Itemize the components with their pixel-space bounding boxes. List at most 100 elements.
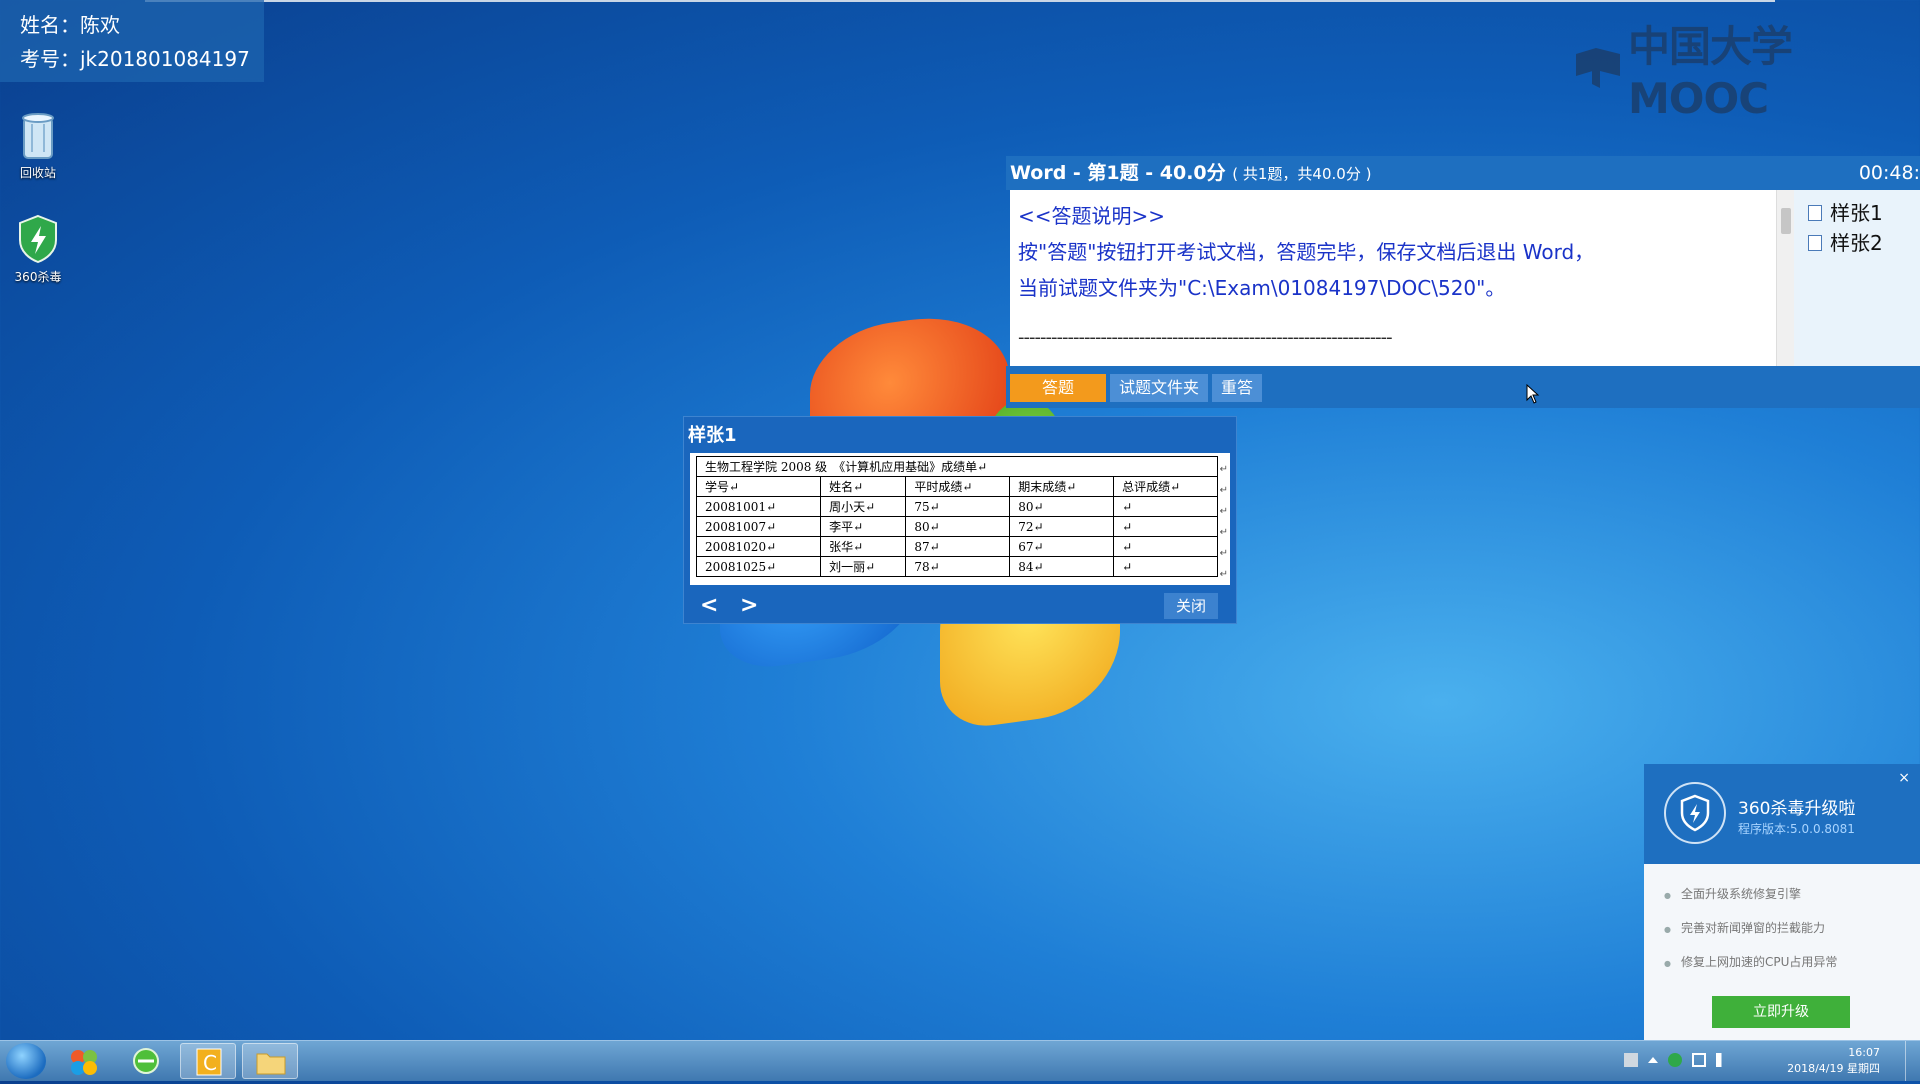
chevron-up-icon[interactable] <box>1648 1057 1658 1063</box>
taskbar-item-file-explorer[interactable] <box>242 1043 298 1079</box>
popup-title: 360杀毒升级啦 <box>1738 799 1856 819</box>
exam-question-panel: Word - 第1题 - 40.0分 ( 共1题，共40.0分 ) 00:48:… <box>1006 156 1920 408</box>
system-tray-icons <box>1624 1053 1730 1067</box>
table-header-cell: 学号↵ <box>695 476 822 497</box>
paragraph-marks: ↵ ↵ ↵ ↵ ↵ ↵ <box>1219 464 1228 580</box>
desktop-icon-label: 360杀毒 <box>14 270 62 284</box>
list-item: 完善对新闻弹窗的拦截能力 <box>1664 912 1837 946</box>
table-header-cell: 总评成绩↵ <box>1113 476 1218 497</box>
document-icon <box>1808 205 1822 221</box>
table-cell: 84↵ <box>1009 556 1115 577</box>
table-cell: 67↵ <box>1009 536 1115 557</box>
table-cell: ↵ <box>1113 556 1218 577</box>
question-folder-button[interactable]: 试题文件夹 <box>1110 374 1208 402</box>
popup-header: 360杀毒升级啦 程序版本:5.0.0.8081 × <box>1644 764 1920 864</box>
exam-button-bar: 答题 试题文件夹 重答 <box>1006 366 1920 408</box>
start-button[interactable] <box>6 1043 46 1079</box>
system-clock[interactable]: 16:07 2018/4/19 星期四 <box>1787 1045 1880 1077</box>
table-cell: 87↵ <box>905 536 1011 557</box>
table-row: 20081007↵ 李平↵ 80↵ 72↵ ↵ <box>695 516 1218 537</box>
table-title-row: 生物工程学院 2008 级 《计算机应用基础》成绩单↵ <box>696 456 1218 477</box>
shield-icon <box>1664 782 1726 844</box>
close-sample-button[interactable]: 关闭 <box>1164 593 1218 619</box>
table-row: 20081025↵ 刘一丽↵ 78↵ 84↵ ↵ <box>695 556 1218 577</box>
instructions-text-area[interactable]: <<答题说明>> 按"答题"按钮打开考试文档，答题完毕，保存文档后退出 Word… <box>1010 190 1776 366</box>
grades-table: 生物工程学院 2008 级 《计算机应用基础》成绩单↵ 学号↵ 姓名↵ 平时成绩… <box>695 456 1218 577</box>
mooc-logo-text: 中国大学MOOC <box>1628 22 1793 123</box>
360-tray-icon[interactable] <box>1668 1053 1682 1067</box>
examinee-id: 考号：jk201801084197 <box>20 47 250 71</box>
feature-list: 全面升级系统修复引擎 完善对新闻弹窗的拦截能力 修复上网加速的CPU占用异常 <box>1664 878 1837 980</box>
scrollbar-thumb[interactable] <box>1781 208 1791 234</box>
table-row: 20081020↵ 张华↵ 87↵ 67↵ ↵ <box>695 536 1218 557</box>
desktop-icon-label: 回收站 <box>19 166 56 180</box>
taskbar-item-exam-client[interactable]: C <box>180 1043 236 1079</box>
browser-icon <box>133 1048 159 1074</box>
next-sample-button[interactable]: > <box>740 593 758 618</box>
table-cell: 80↵ <box>1009 496 1115 517</box>
sample-item-2[interactable]: 样张2 <box>1808 228 1920 258</box>
table-header-cell: 平时成绩↵ <box>905 476 1011 497</box>
sample-item-1[interactable]: 样张1 <box>1808 198 1920 228</box>
table-cell: 75↵ <box>905 496 1011 517</box>
mooc-logo: 中国大学MOOC <box>1574 22 1864 123</box>
top-progress-strip <box>145 0 1775 2</box>
shield-icon <box>16 214 60 264</box>
sample-window-title: 样张1 <box>688 425 737 446</box>
answer-button[interactable]: 答题 <box>1010 374 1106 402</box>
keyboard-icon[interactable] <box>1624 1053 1638 1067</box>
table-header-cell: 期末成绩↵ <box>1009 476 1115 497</box>
sample-list: 样张1 样张2 <box>1794 190 1920 366</box>
taskbar-item-app-1[interactable] <box>56 1043 112 1079</box>
instructions-scrollbar[interactable] <box>1776 190 1795 366</box>
table-cell: ↵ <box>1113 536 1218 557</box>
instructions-divider: ----------------------------------------… <box>1018 327 1393 348</box>
table-cell: ↵ <box>1113 496 1218 517</box>
previous-sample-button[interactable]: < <box>700 593 718 618</box>
table-header-row: 学号↵ 姓名↵ 平时成绩↵ 期末成绩↵ 总评成绩↵ <box>695 476 1218 497</box>
colorful-app-icon <box>71 1050 97 1075</box>
exam-timer: 00:48: <box>1858 162 1920 184</box>
clock-time: 16:07 <box>1848 1046 1880 1059</box>
instructions-line-1: 按"答题"按钮打开考试文档，答题完毕，保存文档后退出 Word， <box>1018 240 1595 264</box>
exam-question-title: Word - 第1题 - 40.0分 <box>1010 162 1226 184</box>
sample-item-label: 样张2 <box>1830 231 1883 255</box>
table-row: 20081001↵ 周小天↵ 75↵ 80↵ ↵ <box>695 496 1218 517</box>
recycle-bin-icon <box>16 110 60 160</box>
antivirus-upgrade-popup: 360杀毒升级啦 程序版本:5.0.0.8081 × 全面升级系统修复引擎 完善… <box>1644 764 1920 1040</box>
taskbar: C 16:07 2018/4/19 星期四 <box>0 1040 1920 1081</box>
instructions-heading: <<答题说明>> <box>1018 204 1166 228</box>
sample-item-label: 样张1 <box>1830 201 1883 225</box>
svg-text:C: C <box>203 1051 217 1075</box>
redo-answer-button[interactable]: 重答 <box>1212 374 1262 402</box>
sample-preview-window: 样张1 生物工程学院 2008 级 《计算机应用基础》成绩单↵ 学号↵ 姓名↵ … <box>683 416 1237 624</box>
table-cell: ↵ <box>1113 516 1218 537</box>
table-header-cell: 姓名↵ <box>820 476 907 497</box>
sample-document-preview: 生物工程学院 2008 级 《计算机应用基础》成绩单↵ 学号↵ 姓名↵ 平时成绩… <box>690 453 1230 585</box>
exam-title-bar: Word - 第1题 - 40.0分 ( 共1题，共40.0分 ) 00:48: <box>1006 156 1920 190</box>
network-icon[interactable] <box>1692 1053 1706 1067</box>
examinee-info: 姓名：陈欢 考号：jk201801084197 <box>0 0 264 82</box>
volume-icon[interactable] <box>1716 1053 1730 1067</box>
folder-icon <box>256 1053 286 1075</box>
upgrade-now-button[interactable]: 立即升级 <box>1712 996 1850 1028</box>
desktop-icon-recycle-bin[interactable]: 回收站 <box>0 110 78 181</box>
taskbar-item-browser[interactable] <box>118 1043 174 1079</box>
show-desktop-button[interactable] <box>1905 1041 1920 1081</box>
close-icon[interactable]: × <box>1898 770 1910 786</box>
document-icon <box>1808 235 1822 251</box>
table-cell: 20081025↵ <box>695 556 822 577</box>
table-cell: 78↵ <box>905 556 1011 577</box>
list-item: 全面升级系统修复引擎 <box>1664 878 1837 912</box>
table-cell: 周小天↵ <box>820 496 907 517</box>
desktop-icon-360-antivirus[interactable]: 360杀毒 <box>0 214 78 285</box>
table-cell: 李平↵ <box>820 516 907 537</box>
list-item: 修复上网加速的CPU占用异常 <box>1664 946 1837 980</box>
exam-question-summary: ( 共1题，共40.0分 ) <box>1232 165 1372 183</box>
exam-client-icon: C <box>196 1048 222 1076</box>
table-cell: 20081007↵ <box>695 516 822 537</box>
table-cell: 20081020↵ <box>695 536 822 557</box>
mouse-cursor-icon <box>1526 383 1540 408</box>
table-cell: 张华↵ <box>820 536 907 557</box>
table-cell: 刘一丽↵ <box>820 556 907 577</box>
